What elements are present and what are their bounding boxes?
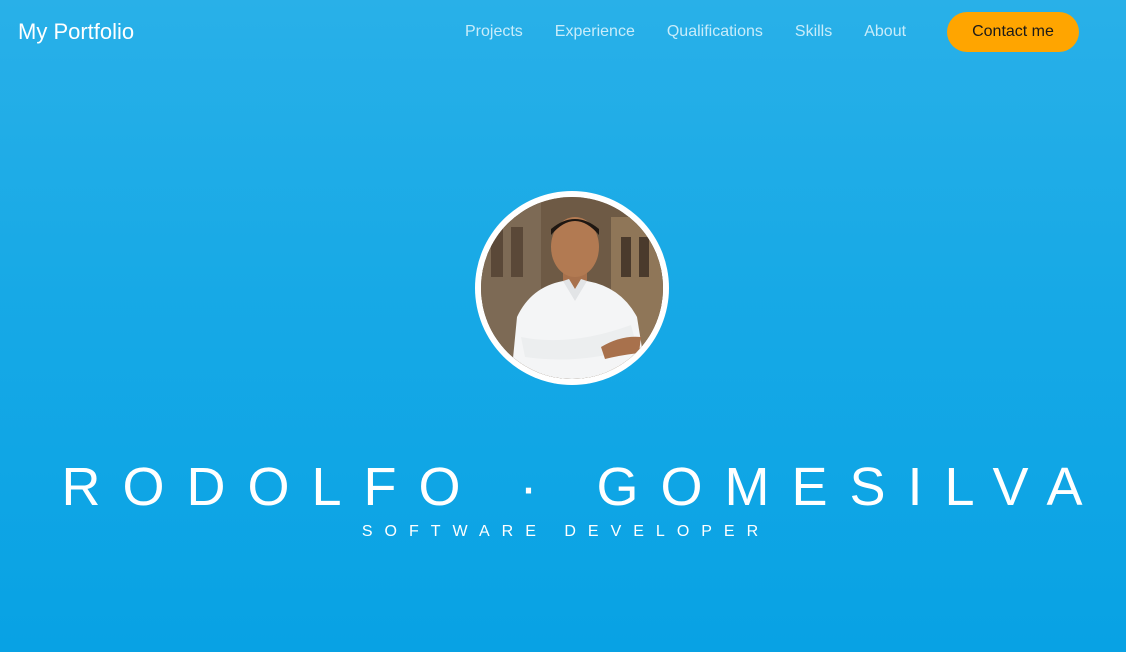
hero-name: RODOLFO · GOMESILVA: [61, 457, 1105, 518]
nav-link-about[interactable]: About: [864, 22, 906, 42]
nav-link-skills[interactable]: Skills: [795, 22, 832, 42]
hero-title: SOFTWARE DEVELOPER: [361, 523, 771, 540]
navbar: My Portfolio Projects Experience Qualifi…: [0, 0, 1126, 64]
nav-link-experience[interactable]: Experience: [555, 22, 635, 42]
nav-links: Projects Experience Qualifications Skill…: [465, 22, 938, 42]
nav-link-qualifications[interactable]: Qualifications: [667, 22, 763, 42]
nav-link-projects[interactable]: Projects: [465, 22, 523, 42]
profile-photo-frame: [475, 191, 669, 385]
brand-link[interactable]: My Portfolio: [18, 18, 134, 46]
contact-button[interactable]: Contact me: [947, 12, 1079, 52]
profile-photo: [481, 197, 663, 379]
profile-photo-illustration: [481, 197, 663, 379]
